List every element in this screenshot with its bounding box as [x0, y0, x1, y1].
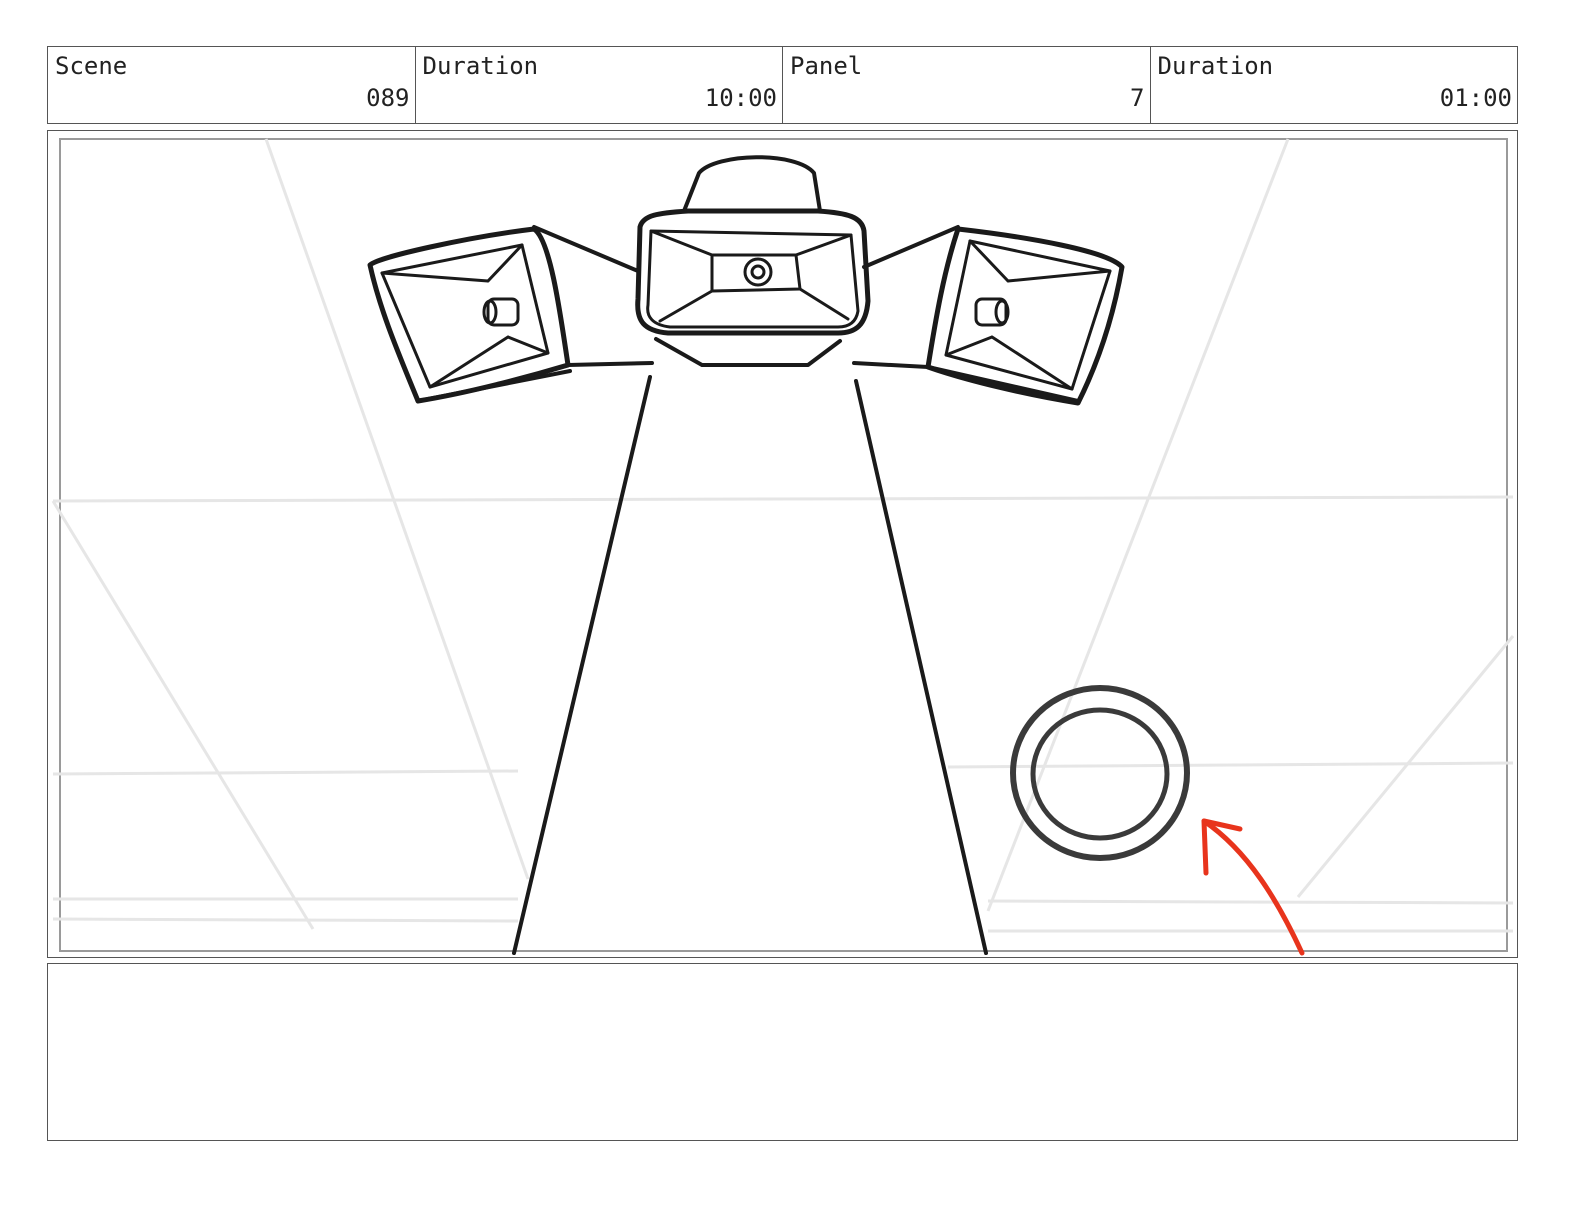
- panel-duration-label: Duration: [1157, 52, 1274, 80]
- panel-duration-cell: Duration 01:00: [1151, 47, 1518, 123]
- mount-cap: [682, 155, 822, 213]
- pole: [512, 375, 988, 955]
- scene-label: Scene: [55, 52, 128, 80]
- scene-value: 089: [366, 84, 410, 112]
- lens-ring: [1010, 685, 1190, 861]
- panel-cell: Panel 7: [783, 47, 1151, 123]
- direction-arrow: [1201, 818, 1305, 956]
- panel-duration-value: 01:00: [1439, 84, 1512, 112]
- scene-duration-label: Duration: [422, 52, 539, 80]
- floodlight-fixture: [367, 155, 1125, 955]
- sketch-canvas: [51, 138, 1515, 956]
- scene-cell: Scene 089: [48, 47, 416, 123]
- panel-notes-box[interactable]: [47, 963, 1518, 1141]
- scene-duration-cell: Duration 10:00: [416, 47, 783, 123]
- left-arm: [532, 225, 654, 367]
- panel-value: 7: [1130, 84, 1145, 112]
- storyboard-frame: [47, 130, 1518, 958]
- safe-area-border: [59, 138, 1508, 952]
- panel-label: Panel: [790, 52, 863, 80]
- scene-duration-value: 10:00: [704, 84, 777, 112]
- ceiling-grid-guides: [51, 138, 1515, 933]
- panel-header: Scene 089 Duration 10:00 Panel 7 Duratio…: [47, 46, 1518, 124]
